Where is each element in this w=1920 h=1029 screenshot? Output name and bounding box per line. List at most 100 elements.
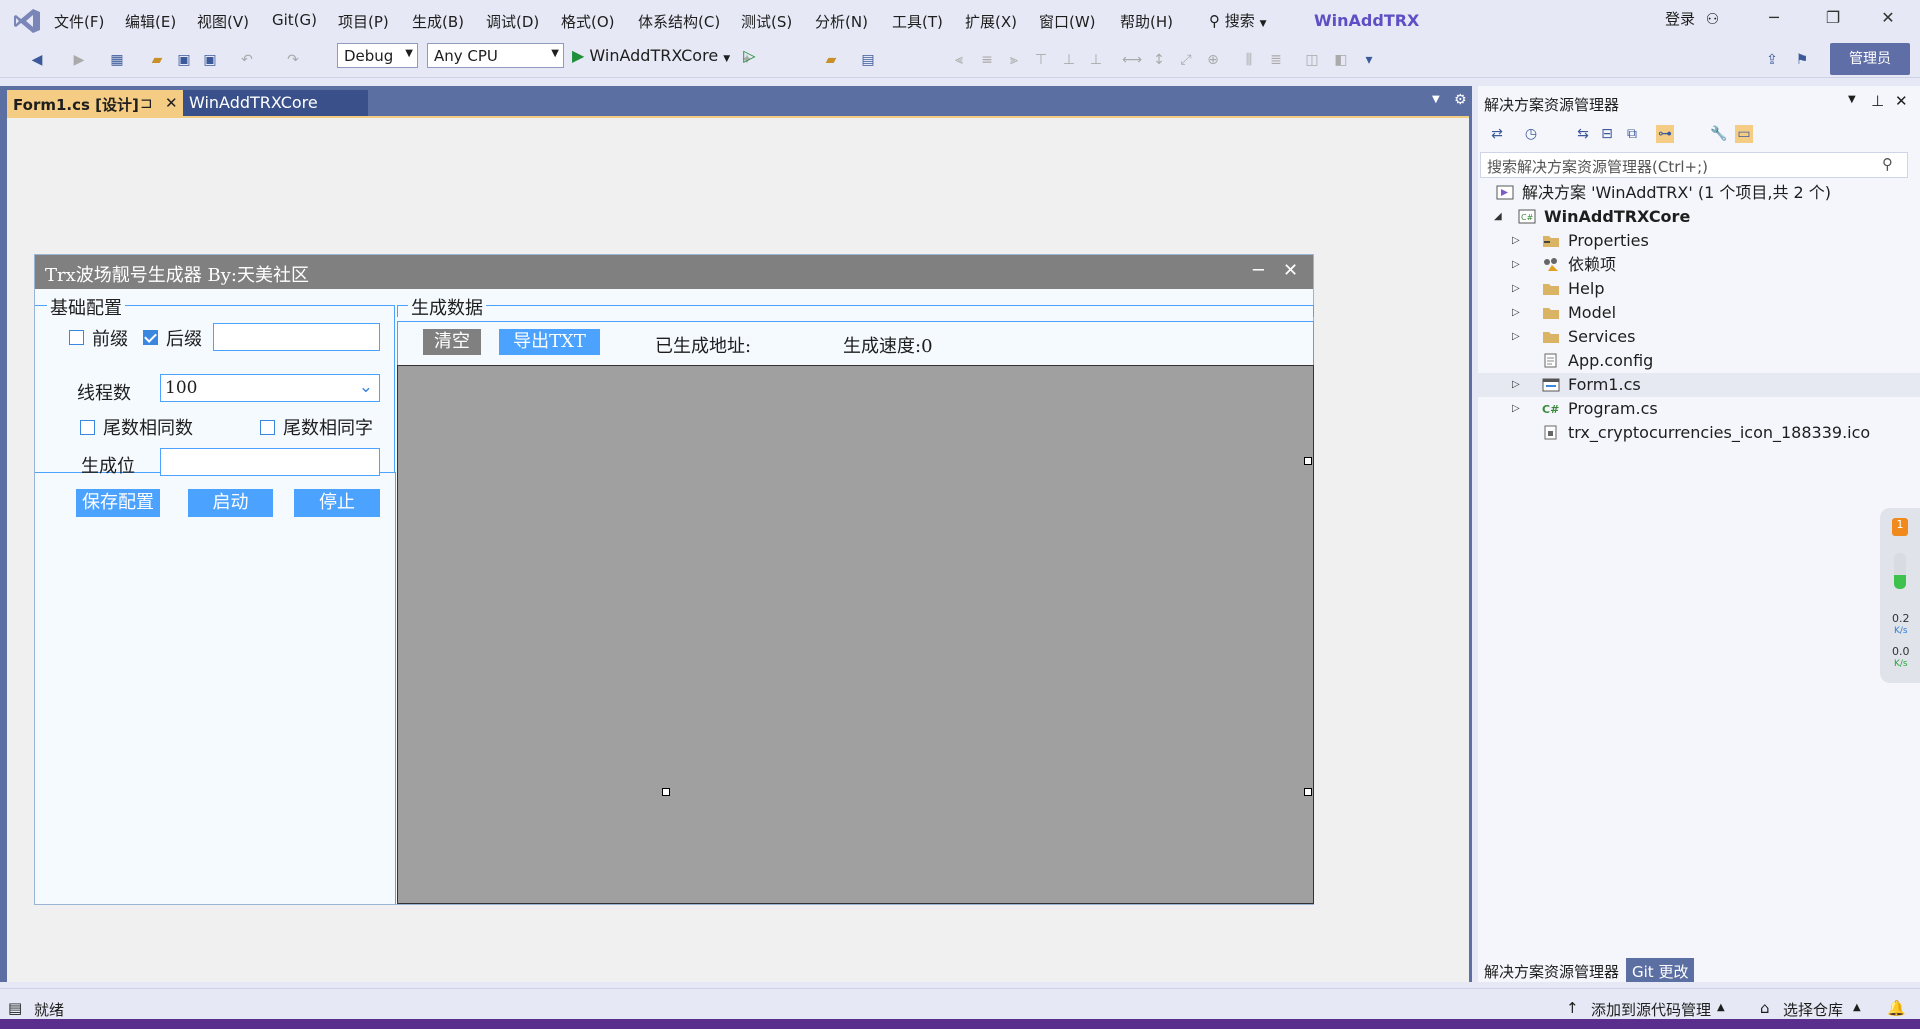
open-file-icon[interactable]: ▰ bbox=[148, 51, 166, 69]
send-back-icon[interactable]: ◧ bbox=[1332, 51, 1350, 69]
output-window-icon[interactable]: ▤ bbox=[8, 999, 22, 1017]
align-bottom-icon[interactable]: ⊥ bbox=[1087, 51, 1105, 69]
tree-solution[interactable]: 解决方案 'WinAddTRX' (1 个项目,共 2 个) bbox=[1496, 181, 1831, 205]
tab-list-icon[interactable]: ▼ bbox=[1432, 94, 1440, 105]
tree-item-help[interactable]: ▷ Help bbox=[1512, 277, 1604, 301]
align-center-icon[interactable]: ≡ bbox=[978, 51, 996, 69]
pin-icon[interactable]: ⊐ bbox=[140, 94, 153, 112]
undo-icon[interactable]: ↶ bbox=[238, 51, 256, 69]
tree-item-dependencies[interactable]: ▷ 依赖项 bbox=[1512, 253, 1616, 277]
save-all-icon[interactable]: ▣ bbox=[201, 51, 219, 69]
same-size-icon[interactable]: ⤢ bbox=[1177, 51, 1195, 69]
menu-format[interactable]: 格式(O) bbox=[561, 11, 615, 32]
show-all-files-icon[interactable]: ⧉ bbox=[1623, 125, 1641, 143]
suffix-input[interactable] bbox=[213, 323, 380, 351]
expand-icon[interactable]: ▷ bbox=[1512, 325, 1520, 349]
close-tab-icon[interactable]: ✕ bbox=[165, 94, 178, 112]
form-close-icon[interactable]: ✕ bbox=[1283, 260, 1298, 281]
save-icon[interactable]: ▣ bbox=[175, 51, 193, 69]
filter-icon[interactable]: ⊶ bbox=[1656, 125, 1674, 143]
menu-tools[interactable]: 工具(T) bbox=[892, 11, 943, 32]
folder-search-icon[interactable]: ▰ bbox=[822, 51, 840, 69]
zoom-icon[interactable]: ⊕ bbox=[1204, 51, 1222, 69]
menu-extensions[interactable]: 扩展(X) bbox=[965, 11, 1017, 32]
prefix-checkbox[interactable] bbox=[69, 330, 84, 345]
tab-form1-design[interactable]: Form1.cs [设计] ⊐ ✕ bbox=[7, 90, 191, 116]
same-width-icon[interactable]: ⟷ bbox=[1122, 51, 1142, 69]
threads-select[interactable]: 100 ⌄ bbox=[160, 374, 380, 402]
admin-button[interactable]: 管理员 bbox=[1830, 43, 1910, 75]
tree-item-app-config[interactable]: App.config bbox=[1512, 349, 1653, 373]
resize-handle-bottom[interactable] bbox=[662, 788, 670, 796]
history-icon[interactable]: ◷ bbox=[1522, 125, 1540, 143]
menu-analyze[interactable]: 分析(N) bbox=[815, 11, 868, 32]
run-button[interactable]: ▶ WinAddTRXCore ▼ ▷ bbox=[572, 46, 756, 65]
resize-handle-corner[interactable] bbox=[1304, 788, 1312, 796]
collapse-all-icon[interactable]: ⊟ bbox=[1598, 125, 1616, 143]
switch-views-icon[interactable]: ⇄ bbox=[1488, 125, 1506, 143]
save-config-button[interactable]: 保存配置 bbox=[76, 489, 160, 517]
collapse-icon[interactable]: ◢ bbox=[1494, 205, 1502, 229]
clear-button[interactable]: 清空 bbox=[423, 329, 481, 355]
close-icon[interactable]: ✕ bbox=[1868, 8, 1908, 34]
output-textarea[interactable] bbox=[397, 365, 1314, 904]
tab-git-changes[interactable]: Git 更改 bbox=[1626, 958, 1695, 982]
preview-icon[interactable]: ▭ bbox=[1735, 125, 1753, 143]
redo-icon[interactable]: ↷ bbox=[284, 51, 302, 69]
menu-build[interactable]: 生成(B) bbox=[412, 11, 464, 32]
suffix-checkbox[interactable] bbox=[143, 330, 158, 345]
config-dropdown[interactable]: Debug ▼ bbox=[337, 43, 418, 68]
back-icon[interactable]: ◀ bbox=[28, 51, 46, 69]
menu-debug[interactable]: 调试(D) bbox=[486, 11, 539, 32]
expand-icon[interactable]: ▷ bbox=[1512, 397, 1520, 421]
share-icon[interactable]: ⇪ bbox=[1763, 51, 1781, 69]
panel-menu-icon[interactable]: ▼ bbox=[1848, 94, 1856, 105]
close-panel-icon[interactable]: ✕ bbox=[1895, 92, 1908, 110]
layout-icon[interactable]: ▤ bbox=[859, 51, 877, 69]
add-source-control-button[interactable]: 添加到源代码管理 bbox=[1591, 999, 1711, 1020]
menu-file[interactable]: 文件(F) bbox=[54, 11, 104, 32]
start-without-debug-icon[interactable]: ▷ bbox=[743, 46, 755, 65]
v-spacing-icon[interactable]: ≣ bbox=[1267, 51, 1285, 69]
start-button[interactable]: 启动 bbox=[188, 489, 273, 517]
form-preview[interactable]: Trx波场靓号生成器 By:天美社区 ─ ✕ 基础配置 前缀 后缀 线程数 10… bbox=[34, 254, 1314, 905]
restore-icon[interactable]: ❐ bbox=[1813, 8, 1853, 34]
expand-icon[interactable]: ▷ bbox=[1512, 373, 1520, 397]
tail-same-char-checkbox[interactable] bbox=[260, 420, 275, 435]
tree-item-form1[interactable]: ▷ Form1.cs bbox=[1512, 373, 1641, 397]
tree-item-ico[interactable]: trx_cryptocurrencies_icon_188339.ico bbox=[1512, 421, 1870, 445]
expand-icon[interactable]: ▷ bbox=[1512, 229, 1520, 253]
notification-bell-icon[interactable]: 🔔 bbox=[1887, 999, 1906, 1017]
align-top-icon[interactable]: ⊤ bbox=[1032, 51, 1050, 69]
expand-icon[interactable]: ▷ bbox=[1512, 277, 1520, 301]
expand-icon[interactable]: ▷ bbox=[1512, 301, 1520, 325]
menu-window[interactable]: 窗口(W) bbox=[1039, 11, 1096, 32]
tree-item-properties[interactable]: ▷ Properties bbox=[1512, 229, 1649, 253]
bring-front-icon[interactable]: ◫ bbox=[1303, 51, 1321, 69]
form-minimize-icon[interactable]: ─ bbox=[1253, 260, 1264, 281]
overflow-icon[interactable]: ▾ bbox=[1360, 51, 1378, 69]
h-spacing-icon[interactable]: ⫼ bbox=[1240, 51, 1258, 69]
new-project-icon[interactable]: ▦ bbox=[108, 51, 126, 69]
tail-same-number-checkbox[interactable] bbox=[80, 420, 95, 435]
menu-git[interactable]: Git(G) bbox=[272, 11, 317, 29]
gen-pos-input[interactable] bbox=[160, 448, 380, 476]
resize-handle-right[interactable] bbox=[1304, 457, 1312, 465]
platform-dropdown[interactable]: Any CPU ▼ bbox=[427, 43, 564, 68]
properties-wrench-icon[interactable]: 🔧 bbox=[1710, 125, 1728, 143]
tree-item-services[interactable]: ▷ Services bbox=[1512, 325, 1635, 349]
align-left-icon[interactable]: ⫷ bbox=[950, 51, 968, 69]
export-txt-button[interactable]: 导出TXT bbox=[499, 329, 600, 355]
feedback-icon[interactable]: ⚑ bbox=[1793, 51, 1811, 69]
tree-item-program[interactable]: ▷ C# Program.cs bbox=[1512, 397, 1658, 421]
forward-icon[interactable]: ▶ bbox=[70, 51, 88, 69]
menu-test[interactable]: 测试(S) bbox=[741, 11, 792, 32]
tab-winaddtrxcore[interactable]: WinAddTRXCore bbox=[183, 90, 368, 116]
align-middle-icon[interactable]: ⊥ bbox=[1060, 51, 1078, 69]
minimize-icon[interactable]: ─ bbox=[1754, 8, 1794, 34]
tree-project[interactable]: ◢ C# WinAddTRXCore bbox=[1494, 205, 1690, 229]
visual-studio-logo-icon[interactable] bbox=[12, 7, 42, 35]
menu-edit[interactable]: 编辑(E) bbox=[125, 11, 176, 32]
expand-icon[interactable]: ▷ bbox=[1512, 253, 1520, 277]
same-height-icon[interactable]: ↕ bbox=[1150, 51, 1168, 69]
